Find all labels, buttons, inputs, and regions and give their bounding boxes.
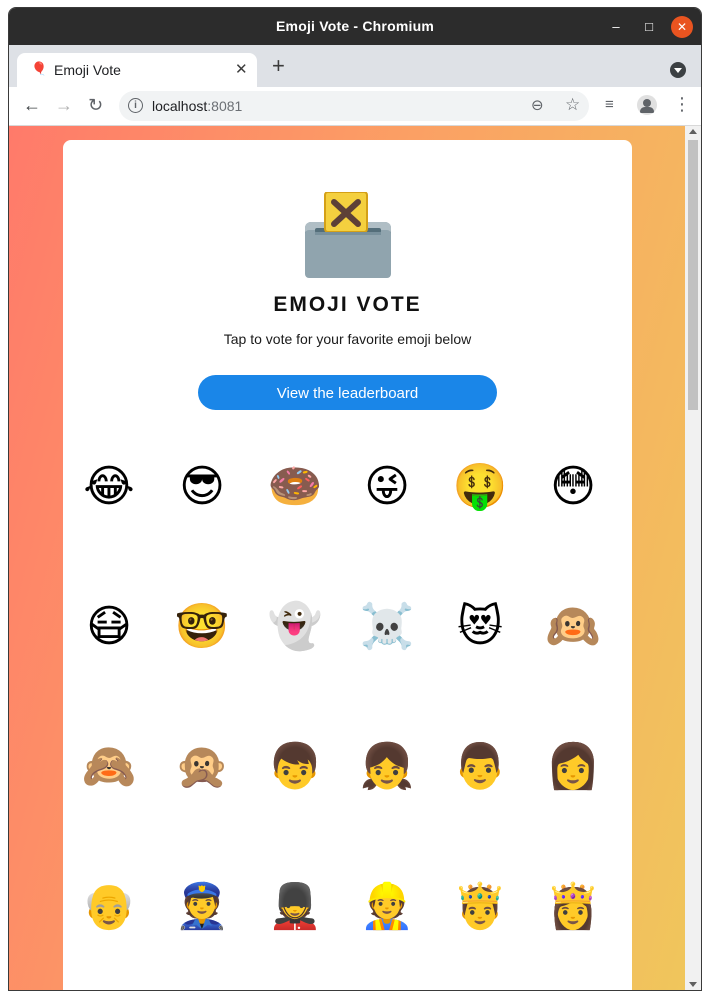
emoji-vote-option[interactable]: 😳	[541, 455, 605, 519]
site-info-icon[interactable]: i	[128, 98, 143, 113]
main-card: EMOJI VOTE Tap to vote for your favorite…	[63, 140, 632, 990]
close-tab-icon[interactable]: ✕	[235, 60, 248, 78]
url-host: localhost	[152, 98, 208, 114]
emoji-vote-option[interactable]: 👨	[448, 735, 512, 799]
page-title: EMOJI VOTE	[273, 293, 422, 316]
emoji-vote-option[interactable]: 🙊	[170, 735, 234, 799]
emoji-vote-option[interactable]: 🙈	[77, 735, 141, 799]
page-viewport: EMOJI VOTE Tap to vote for your favorite…	[9, 126, 685, 990]
url-port: :8081	[207, 98, 243, 114]
browser-window: Emoji Vote - Chromium – □ ✕ 🎈 Emoji Vote…	[9, 8, 701, 990]
tab-search-icon[interactable]	[670, 62, 686, 78]
media-control-icon[interactable]: ≡	[605, 96, 614, 113]
url-text: localhost:8081	[152, 98, 242, 114]
emoji-vote-option[interactable]: 😻	[448, 595, 512, 659]
maximize-button[interactable]: □	[638, 16, 660, 38]
back-arrow-icon[interactable]: ←	[23, 95, 41, 115]
emoji-vote-option[interactable]: 👩	[541, 735, 605, 799]
ballot-box-icon	[305, 192, 391, 278]
emoji-vote-option[interactable]: 👷	[355, 875, 419, 939]
emoji-vote-option[interactable]: 👦	[263, 735, 327, 799]
emoji-vote-option[interactable]: 😷	[77, 595, 141, 659]
bookmark-star-icon[interactable]: ☆	[565, 95, 580, 115]
emoji-vote-option[interactable]: 👸	[541, 875, 605, 939]
emoji-vote-option[interactable]: 💂	[263, 875, 327, 939]
minimize-button[interactable]: –	[605, 16, 627, 38]
tab-emoji-vote[interactable]: 🎈 Emoji Vote ✕	[17, 53, 257, 87]
address-bar[interactable]: i localhost:8081 ⊖ ☆	[119, 91, 589, 121]
emoji-vote-option[interactable]: ☠️	[355, 595, 419, 659]
view-leaderboard-button[interactable]: View the leaderboard	[198, 375, 497, 410]
emoji-vote-option[interactable]: 😎	[170, 455, 234, 519]
new-tab-button[interactable]: +	[272, 55, 285, 77]
balloon-favicon-icon: 🎈	[31, 61, 48, 76]
scrollbar-thumb[interactable]	[688, 140, 698, 410]
forward-arrow-icon[interactable]: →	[55, 95, 73, 115]
close-window-button[interactable]: ✕	[671, 16, 693, 38]
vertical-scrollbar[interactable]	[685, 126, 701, 990]
tab-label: Emoji Vote	[54, 62, 121, 78]
emoji-vote-option[interactable]: 🍩	[263, 455, 327, 519]
emoji-vote-option[interactable]: 🙉	[541, 595, 605, 659]
reload-icon[interactable]: ↻	[88, 95, 103, 115]
kebab-menu-icon[interactable]: ⋮	[673, 94, 691, 115]
title-bar: Emoji Vote - Chromium – □ ✕	[9, 8, 701, 45]
emoji-vote-option[interactable]: 👮	[170, 875, 234, 939]
profile-avatar-icon[interactable]	[637, 95, 657, 115]
emoji-vote-option[interactable]: 🤴	[448, 875, 512, 939]
page-subtitle: Tap to vote for your favorite emoji belo…	[223, 331, 472, 347]
emoji-vote-option[interactable]: 😂	[77, 455, 141, 519]
browser-toolbar: ← → ↻ i localhost:8081 ⊖ ☆ ≡ ⋮	[9, 87, 701, 126]
emoji-vote-option[interactable]: 👧	[355, 735, 419, 799]
emoji-vote-option[interactable]: 🤑	[448, 455, 512, 519]
scroll-down-arrow-icon[interactable]	[689, 982, 697, 987]
emoji-vote-option[interactable]: 👻	[263, 595, 327, 659]
emoji-vote-option[interactable]: 😜	[355, 455, 419, 519]
emoji-vote-option[interactable]: 🤓	[170, 595, 234, 659]
scroll-up-arrow-icon[interactable]	[689, 129, 697, 134]
window-title: Emoji Vote - Chromium	[276, 18, 434, 34]
emoji-vote-option[interactable]: 👴	[77, 875, 141, 939]
tab-strip: 🎈 Emoji Vote ✕ +	[9, 45, 701, 87]
zoom-icon[interactable]: ⊖	[531, 96, 544, 114]
